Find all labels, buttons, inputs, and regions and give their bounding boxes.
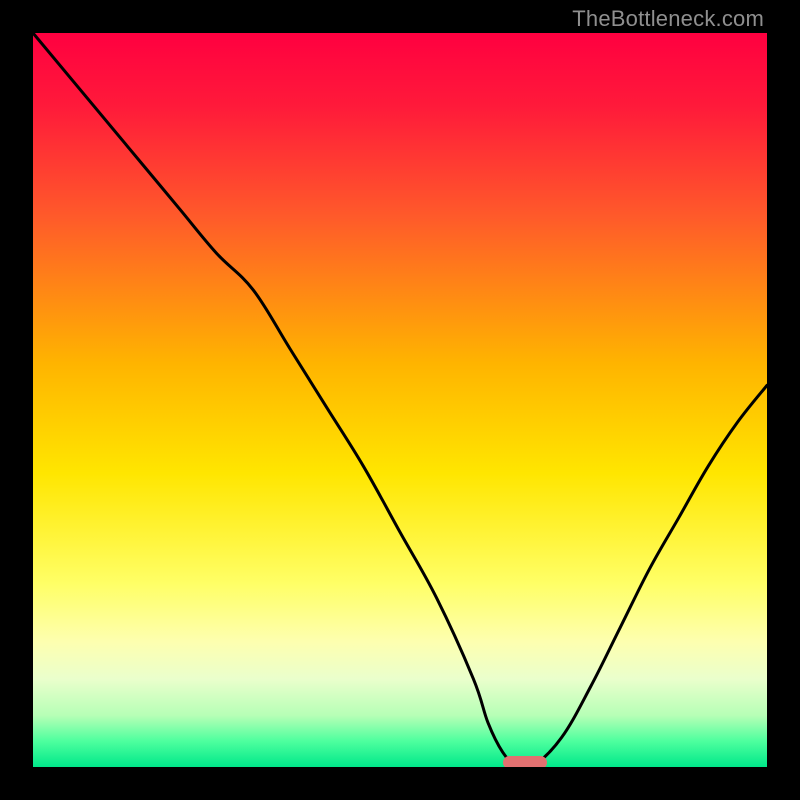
optimal-marker [503, 756, 547, 767]
plot-area [33, 33, 767, 767]
watermark-text: TheBottleneck.com [572, 6, 764, 32]
chart-frame: TheBottleneck.com [0, 0, 800, 800]
bottleneck-curve [33, 33, 767, 767]
